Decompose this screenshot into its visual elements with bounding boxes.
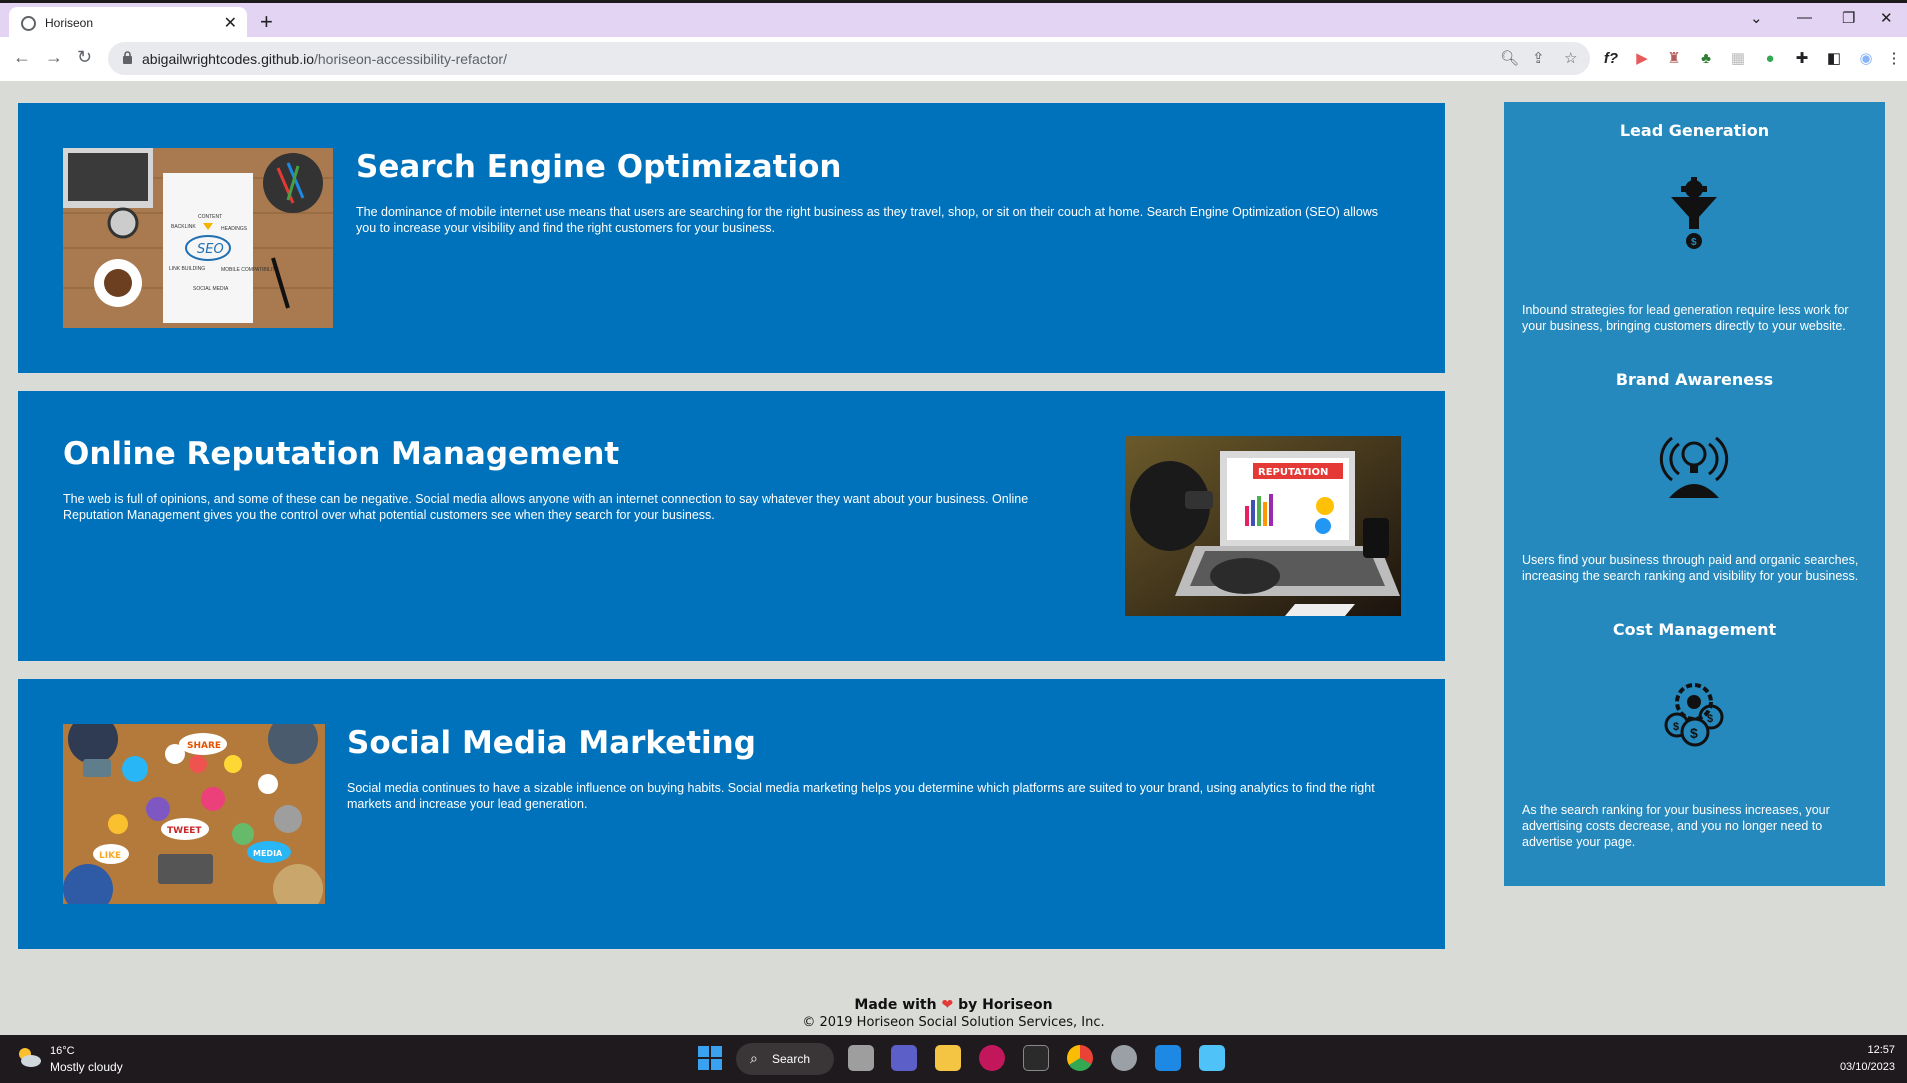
task-view-icon[interactable] bbox=[848, 1045, 874, 1071]
benefit-title: Brand Awareness bbox=[1615, 370, 1774, 389]
reputation-image-label: REPUTATION bbox=[1258, 467, 1328, 478]
extension-icon[interactable]: ♜ bbox=[1664, 49, 1684, 69]
extensions-puzzle-icon[interactable]: ✚ bbox=[1792, 49, 1812, 69]
reputation-illustration: REPUTATION bbox=[1125, 436, 1401, 616]
taskbar: 16°C Mostly cloudy ⌕ Search 12:57 03/10/… bbox=[0, 1035, 1907, 1083]
clock-time[interactable]: 12:57 bbox=[1867, 1044, 1895, 1056]
extension-icon[interactable]: ● bbox=[1760, 49, 1780, 69]
globe-icon bbox=[21, 16, 36, 31]
seo-image-label: MOBILE COMPATIBILITY bbox=[221, 267, 279, 273]
clock-date[interactable]: 03/10/2023 bbox=[1840, 1061, 1895, 1073]
service-text: The dominance of mobile internet use mea… bbox=[356, 205, 1379, 235]
service-card-social: SHARE TWEET LIKE MEDIA Social Media Mark… bbox=[18, 679, 1445, 949]
browser-tab-strip: Horiseon ✕ + ⌄ — ❐ ✕ bbox=[0, 0, 1907, 40]
social-image-label: SHARE bbox=[187, 741, 221, 751]
benefit-text: As the search ranking for your business … bbox=[1522, 803, 1830, 849]
profile-avatar-icon[interactable]: ◉ bbox=[1856, 49, 1876, 69]
share-icon[interactable]: ⇪ bbox=[1532, 49, 1545, 67]
seo-image-label: HEADINGS bbox=[221, 226, 248, 232]
bookmark-star-icon[interactable]: ☆ bbox=[1564, 49, 1577, 67]
lock-icon bbox=[123, 51, 132, 64]
extension-icon[interactable]: ▶ bbox=[1632, 49, 1652, 69]
reload-button[interactable]: ↻ bbox=[77, 47, 92, 68]
benefit-title: Lead Generation bbox=[1619, 121, 1770, 140]
seo-image-label: LINK BUILDING bbox=[169, 266, 205, 272]
heart-icon: ❤ bbox=[941, 997, 954, 1013]
weather-cloud-icon[interactable] bbox=[16, 1045, 42, 1069]
font-extension-icon[interactable]: f? bbox=[1601, 49, 1621, 69]
seo-image-label: BACKLINK bbox=[171, 224, 196, 230]
social-image-label: MEDIA bbox=[253, 849, 283, 858]
svg-text:$: $ bbox=[1691, 237, 1697, 248]
windows-start-icon[interactable] bbox=[697, 1045, 723, 1071]
brand-awareness-icon bbox=[1659, 436, 1729, 498]
cost-management-icon: $ $ $ bbox=[1664, 683, 1724, 747]
app-icon[interactable] bbox=[979, 1045, 1005, 1071]
social-image: SHARE TWEET LIKE MEDIA bbox=[63, 724, 325, 904]
menu-kebab-icon[interactable]: ⋮ bbox=[1884, 49, 1904, 69]
url-host: abigailwrightcodes.github.io bbox=[142, 51, 314, 67]
close-tab-icon[interactable]: ✕ bbox=[224, 13, 237, 33]
settings-gear-icon[interactable] bbox=[1111, 1045, 1137, 1071]
seo-illustration: SEO CONTENT BACKLINK HEADINGS LINK BUILD… bbox=[63, 148, 333, 328]
side-panel-icon[interactable]: ◧ bbox=[1824, 49, 1844, 69]
search-icon: ⌕ bbox=[750, 1050, 758, 1066]
benefit-text: Users find your business through paid an… bbox=[1522, 553, 1859, 583]
photos-icon[interactable] bbox=[1199, 1045, 1225, 1071]
chrome-icon[interactable] bbox=[1067, 1045, 1093, 1071]
service-title: Search Engine Optimization bbox=[356, 149, 842, 185]
zoom-icon[interactable]: 🔍︎ bbox=[1500, 49, 1519, 67]
benefit-text: Inbound strategies for lead generation r… bbox=[1522, 303, 1849, 333]
weather-temperature[interactable]: 16°C bbox=[50, 1045, 75, 1057]
taskbar-search[interactable]: ⌕ Search bbox=[736, 1043, 834, 1075]
footer-made-suffix: by Horiseon bbox=[958, 997, 1053, 1013]
svg-text:$: $ bbox=[1707, 713, 1713, 725]
new-tab-button[interactable]: + bbox=[260, 9, 273, 35]
service-card-reputation: Online Reputation Management The web is … bbox=[18, 391, 1445, 661]
weather-description[interactable]: Mostly cloudy bbox=[50, 1060, 123, 1074]
file-explorer-icon[interactable] bbox=[935, 1045, 961, 1071]
seo-image-label: SEO bbox=[197, 242, 224, 257]
service-title: Social Media Marketing bbox=[347, 725, 756, 761]
extension-icon[interactable]: ♣ bbox=[1696, 49, 1716, 69]
tab-title: Horiseon bbox=[45, 16, 94, 30]
seo-image: SEO CONTENT BACKLINK HEADINGS LINK BUILD… bbox=[63, 148, 333, 328]
browser-tab[interactable]: Horiseon ✕ bbox=[9, 7, 247, 40]
svg-text:$: $ bbox=[1673, 721, 1679, 733]
service-text: Social media continues to have a sizable… bbox=[347, 781, 1375, 811]
seo-image-label: CONTENT bbox=[198, 214, 222, 220]
social-image-label: TWEET bbox=[167, 826, 202, 836]
seo-image-label: SOCIAL MEDIA bbox=[193, 286, 229, 292]
service-title: Online Reputation Management bbox=[63, 436, 620, 472]
back-button[interactable]: ← bbox=[13, 47, 31, 68]
service-card-seo: SEO CONTENT BACKLINK HEADINGS LINK BUILD… bbox=[18, 103, 1445, 373]
svg-text:$: $ bbox=[1690, 725, 1698, 741]
address-bar[interactable]: abigailwrightcodes.github.io/horiseon-ac… bbox=[108, 42, 1590, 75]
lead-generation-icon: $ bbox=[1671, 177, 1717, 249]
url-path: /horiseon-accessibility-refactor/ bbox=[314, 51, 507, 67]
minimize-button[interactable]: — bbox=[1797, 9, 1812, 26]
footer-made-prefix: Made with bbox=[854, 997, 937, 1013]
footer-made-with: Made with ❤ by Horiseon bbox=[0, 997, 1907, 1013]
page-content: SEO CONTENT BACKLINK HEADINGS LINK BUILD… bbox=[0, 81, 1907, 1035]
restore-button[interactable]: ❐ bbox=[1842, 9, 1855, 27]
extension-icon[interactable]: ▦ bbox=[1728, 49, 1748, 69]
reputation-image: REPUTATION bbox=[1125, 436, 1401, 616]
social-image-label: LIKE bbox=[99, 851, 121, 861]
benefits-sidebar: Lead Generation $ Inbound strategies for… bbox=[1504, 102, 1885, 886]
url-text: abigailwrightcodes.github.io/horiseon-ac… bbox=[142, 51, 507, 67]
footer-copyright: © 2019 Horiseon Social Solution Services… bbox=[802, 1015, 1105, 1030]
service-text: The web is full of opinions, and some of… bbox=[63, 492, 1029, 522]
tab-search-icon[interactable]: ⌄ bbox=[1750, 9, 1763, 27]
terminal-icon[interactable] bbox=[1023, 1045, 1049, 1071]
taskbar-search-label: Search bbox=[772, 1052, 811, 1066]
vscode-icon[interactable] bbox=[1155, 1045, 1181, 1071]
forward-button[interactable]: → bbox=[45, 47, 63, 68]
close-window-button[interactable]: ✕ bbox=[1880, 9, 1893, 27]
social-illustration: SHARE TWEET LIKE MEDIA bbox=[63, 724, 325, 904]
benefit-title: Cost Management bbox=[1612, 620, 1777, 639]
browser-toolbar: ← → ↻ abigailwrightcodes.github.io/horis… bbox=[0, 37, 1907, 81]
teams-chat-icon[interactable] bbox=[891, 1045, 917, 1071]
